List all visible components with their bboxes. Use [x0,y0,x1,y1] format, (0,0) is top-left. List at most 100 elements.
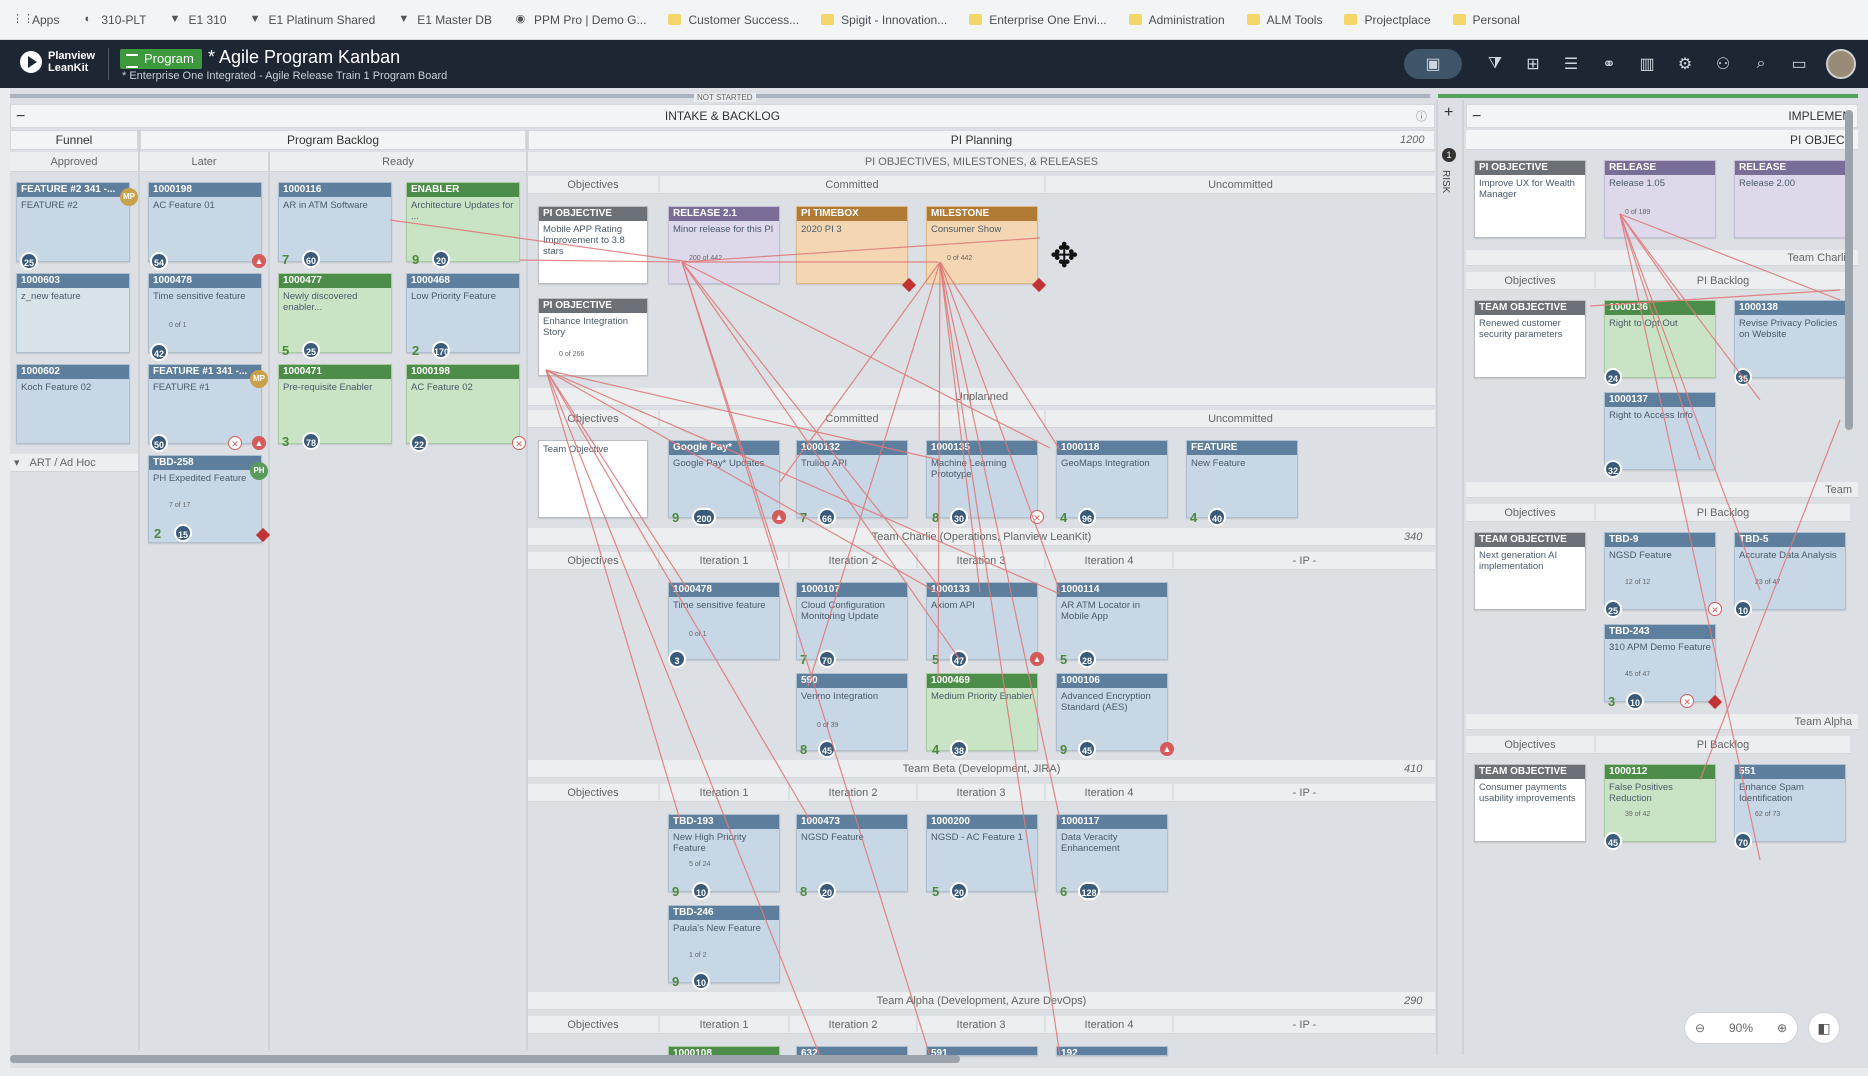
card-tbd-258[interactable]: TBD-258 PH Expedited Feature 7 of 17 [148,455,262,543]
card-release-2-00[interactable]: RELEASE Release 2.00 [1734,160,1846,238]
team-right-header[interactable]: Team [1466,482,1858,498]
blocked-icon[interactable]: ▲ [1030,652,1044,666]
card-1000198[interactable]: 1000198 AC Feature 01 [148,182,262,262]
bookmark-e1-platinum[interactable]: ▼ E1 Platinum Shared [249,13,376,27]
art-adhoc-lane[interactable]: ▾ ART / Ad Hoc [10,454,138,472]
card-1000473[interactable]: 1000473 NGSD Feature [796,814,908,892]
funnel-header[interactable]: Funnel [10,130,138,150]
card-1000106[interactable]: 1000106 Advanced Encryption Standard (AE… [1056,673,1168,751]
settings-button[interactable]: ⚙ [1668,48,1702,80]
bookmark-310-plt[interactable]: ◐ 310-PLT [81,13,147,27]
card-1000471[interactable]: 1000471 Pre-requisite Enabler [278,364,392,444]
reports-button[interactable]: ▥ [1630,48,1664,80]
avatar[interactable]: MP [120,188,138,206]
notifications-button[interactable]: ▭ [1782,48,1816,80]
collapse-intake-icon[interactable]: − [16,108,25,126]
bookmark-customer-success[interactable]: Customer Success... [668,13,799,27]
intake-backlog-header[interactable]: INTAKE & BACKLOG [10,104,1435,128]
bookmark-e1-master[interactable]: ▼ E1 Master DB [397,13,492,27]
card-enabler[interactable]: ENABLER Architecture Updates for ... [406,182,520,262]
card-tbd-5[interactable]: TBD-5 Accurate Data Analysis 23 of 47 [1734,532,1846,610]
card-1000478[interactable]: 1000478 Time sensitive feature 0 of 1 [148,273,262,353]
card-team-objective-payments[interactable]: TEAM OBJECTIVE Consumer payments usabili… [1474,764,1586,842]
card-release-2-1[interactable]: RELEASE 2.1 Minor release for this PI 20… [668,206,780,284]
close-icon[interactable]: ✕ [1030,510,1044,524]
close-icon[interactable]: ✕ [228,436,242,450]
zoom-in-icon[interactable]: ⊕ [1777,1021,1787,1035]
bookmark-ppm-pro[interactable]: ◉ PPM Pro | Demo G... [514,13,647,27]
bookmark-spigit[interactable]: Spigit - Innovation... [821,13,947,27]
bookmark-e1-310[interactable]: ▼ E1 310 [169,13,227,27]
card-590[interactable]: 590 Venmo Integration 0 of 39 [796,673,908,751]
program-badge[interactable]: Program [120,49,202,69]
board-view-toggle-button[interactable]: ▣ [1404,49,1462,79]
card-1000198-ac02[interactable]: 1000198 AC Feature 02 [406,364,520,444]
card-1000132[interactable]: 1000132 Trulioo API [796,440,908,518]
bookmark-enterprise-one[interactable]: Enterprise One Envi... [969,13,1107,27]
filter-button[interactable]: ⧩ [1478,48,1512,80]
info-icon[interactable]: ⓘ [1416,108,1427,124]
card-pi-timebox[interactable]: PI TIMEBOX 2020 PI 3 [796,206,908,284]
blocked-icon[interactable]: ▲ [772,510,786,524]
team-beta-lane-header[interactable]: Team Beta (Development, JIRA) [528,760,1435,778]
card-tbd-246[interactable]: TBD-246 Paula's New Feature 1 of 2 [668,905,780,983]
card-1000133[interactable]: 1000133 Axiom API [926,582,1038,660]
card-1000135[interactable]: 1000135 Machine Learning Prototype [926,440,1038,518]
card-pi-objective-integration[interactable]: PI OBJECTIVE Enhance Integration Story 0… [538,298,648,376]
card-1000602[interactable]: 1000602 Koch Feature 02 [16,364,130,444]
card-1000469[interactable]: 1000469 Medium Priority Enabler [926,673,1038,751]
card-feature-new[interactable]: FEATURE New Feature [1186,440,1298,518]
card-1000118[interactable]: 1000118 GeoMaps Integration [1056,440,1168,518]
close-icon[interactable]: ✕ [1680,694,1694,708]
card-tbd-9[interactable]: TBD-9 NGSD Feature 12 of 12 [1604,532,1716,610]
zoom-out-icon[interactable]: ⊖ [1695,1021,1705,1035]
pi-planning-header[interactable]: PI Planning [528,130,1435,150]
bookmark-projectplace[interactable]: Projectplace [1344,13,1431,27]
card-192[interactable]: 192 [1056,1046,1168,1056]
card-1000478-iter1[interactable]: 1000478 Time sensitive feature 0 of 1 [668,582,780,660]
card-team-objective[interactable]: Team Objective [538,440,648,518]
card-tbd-243[interactable]: TBD-243 310 APM Demo Feature 45 of 47 [1604,624,1716,702]
card-1000107[interactable]: 1000107 Cloud Configuration Monitoring U… [796,582,908,660]
close-icon[interactable]: ✕ [512,436,526,450]
list-view-button[interactable]: ☰ [1554,48,1588,80]
board-layout-button[interactable]: ⊞ [1516,48,1550,80]
bookmark-apps[interactable]: ⋮⋮ Apps [12,13,59,27]
card-feature-2[interactable]: FEATURE #2 341 -... FEATURE #2 [16,182,130,262]
card-1000603[interactable]: 1000603 z_new feature [16,273,130,353]
bookmark-administration[interactable]: Administration [1128,13,1225,27]
horizontal-scrollbar[interactable] [10,1055,960,1063]
card-tbd-193[interactable]: TBD-193 New High Priority Feature 5 of 2… [668,814,780,892]
card-1000116[interactable]: 1000116 AR in ATM Software [278,182,392,262]
risk-label[interactable]: RISK [1440,170,1451,193]
blocked-icon[interactable]: ▲ [252,254,266,268]
planview-logo[interactable]: Planview LeanKit [20,50,95,74]
card-release-1-05[interactable]: RELEASE Release 1.05 0 of 189 [1604,160,1716,238]
card-team-objective-security[interactable]: TEAM OBJECTIVE Renewed customer security… [1474,300,1586,378]
card-team-objective-ai[interactable]: TEAM OBJECTIVE Next generation AI implem… [1474,532,1586,610]
search-button[interactable]: ⌕ [1744,48,1778,80]
card-1000114[interactable]: 1000114 AR ATM Locator in Mobile App [1056,582,1168,660]
program-backlog-header[interactable]: Program Backlog [140,130,526,150]
card-1000200[interactable]: 1000200 NGSD - AC Feature 1 [926,814,1038,892]
avatar[interactable]: PH [250,462,268,480]
connections-button[interactable]: ⚭ [1592,48,1626,80]
user-avatar[interactable] [1826,49,1856,79]
bookmark-alm-tools[interactable]: ALM Tools [1246,13,1322,27]
card-feature-1[interactable]: FEATURE #1 341 -... FEATURE #1 [148,364,262,444]
team-alpha-right-header[interactable]: Team Alpha [1466,714,1858,730]
card-1000468[interactable]: 1000468 Low Priority Feature [406,273,520,353]
blocked-icon[interactable]: ▲ [1160,742,1174,756]
minimap-button[interactable]: ◧ [1808,1012,1840,1044]
card-google-pay[interactable]: Google Pay* Google Pay* Updates [668,440,780,518]
card-1000136[interactable]: 1000136 Right to Opt Out [1604,300,1716,378]
card-1000477[interactable]: 1000477 Newly discovered enabler... [278,273,392,353]
card-milestone[interactable]: MILESTONE Consumer Show 0 of 442 [926,206,1038,284]
blocked-icon[interactable]: ▲ [252,436,266,450]
add-user-button[interactable]: ⚇ [1706,48,1740,80]
collapse-implement-icon[interactable]: − [1472,108,1481,126]
card-pi-objective-mobile[interactable]: PI OBJECTIVE Mobile APP Rating Improveme… [538,206,648,284]
close-icon[interactable]: ✕ [1708,602,1722,616]
vertical-scrollbar[interactable] [1845,110,1853,430]
card-1000117[interactable]: 1000117 Data Veracity Enhancement [1056,814,1168,892]
